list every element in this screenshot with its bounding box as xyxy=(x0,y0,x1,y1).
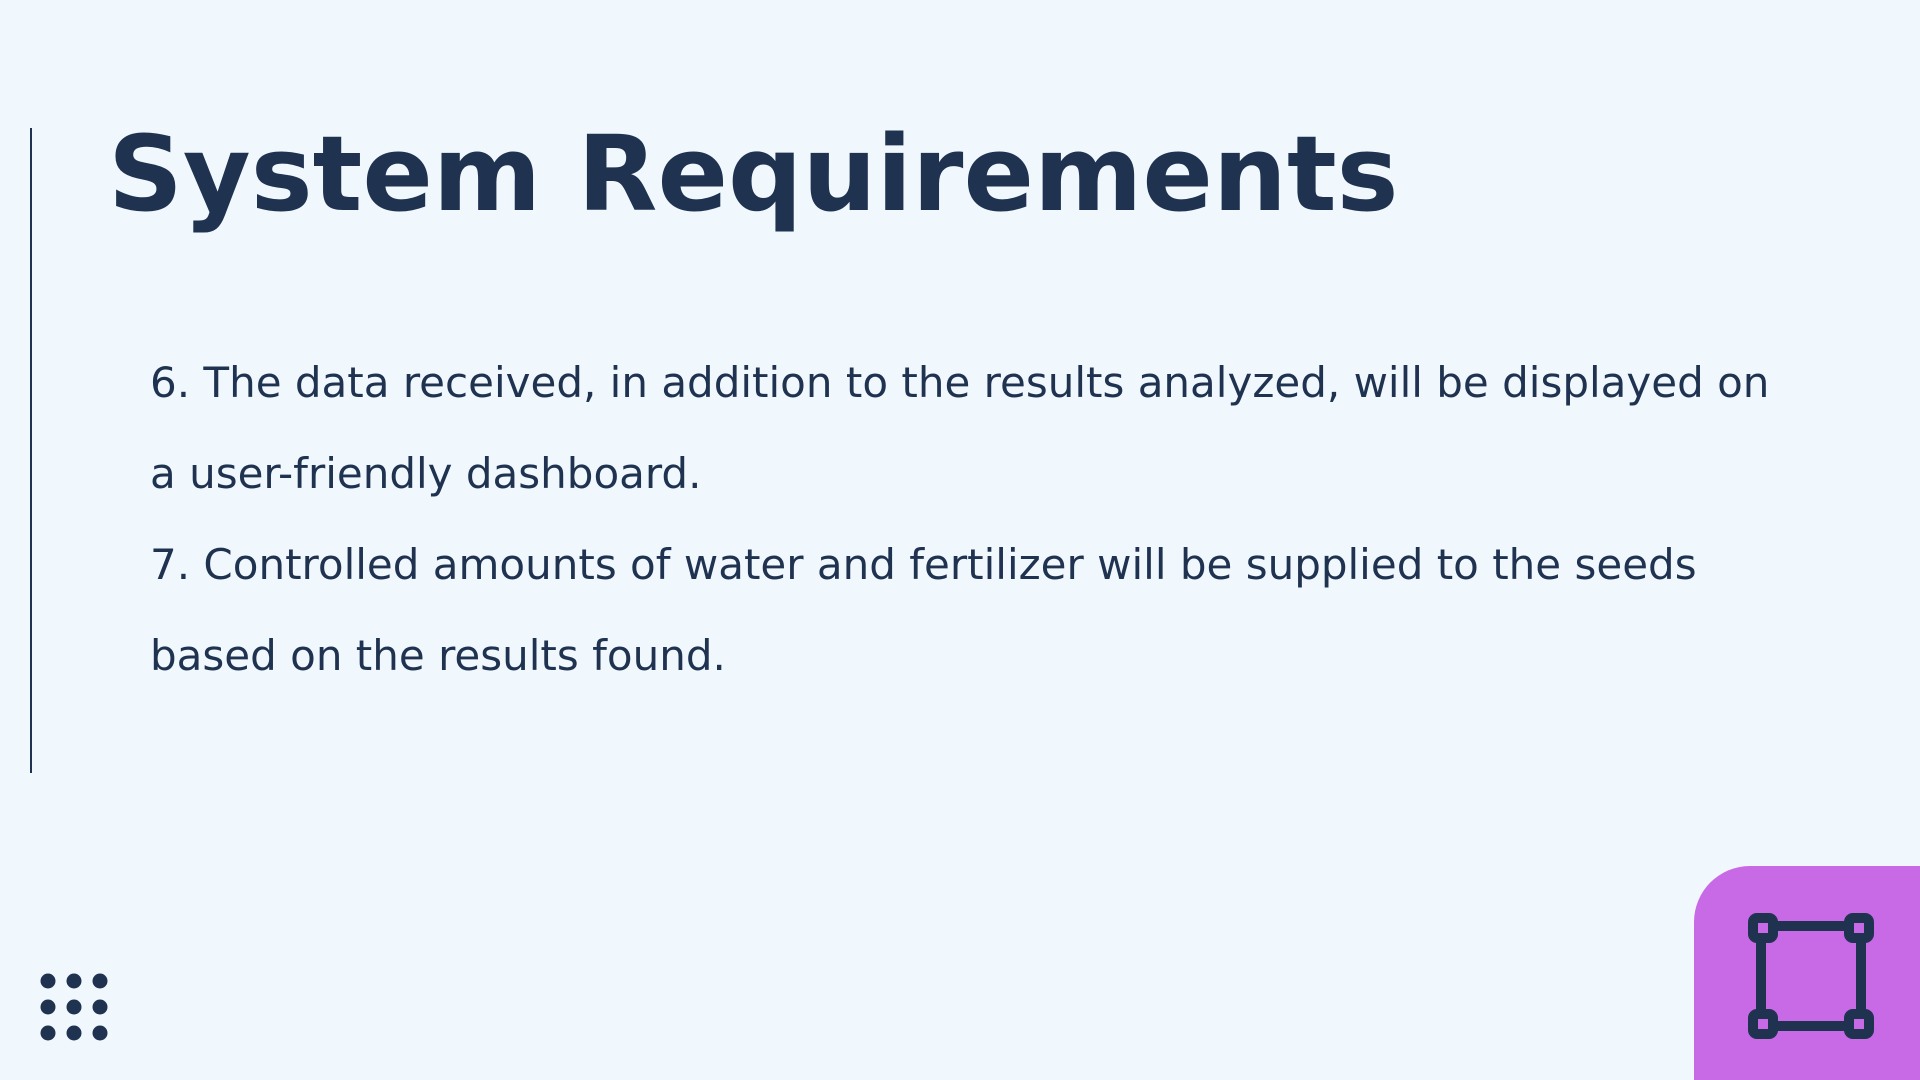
selection-frame-icon xyxy=(1748,913,1874,1039)
requirement-item: 6. The data received, in addition to the… xyxy=(150,358,1770,498)
slide-title: System Requirements xyxy=(108,113,1399,235)
accent-vertical-line xyxy=(30,128,32,773)
dot-grid-icon xyxy=(40,973,108,1041)
slide-body: 6. The data received, in addition to the… xyxy=(150,337,1770,701)
requirement-item: 7. Controlled amounts of water and ferti… xyxy=(150,540,1697,680)
